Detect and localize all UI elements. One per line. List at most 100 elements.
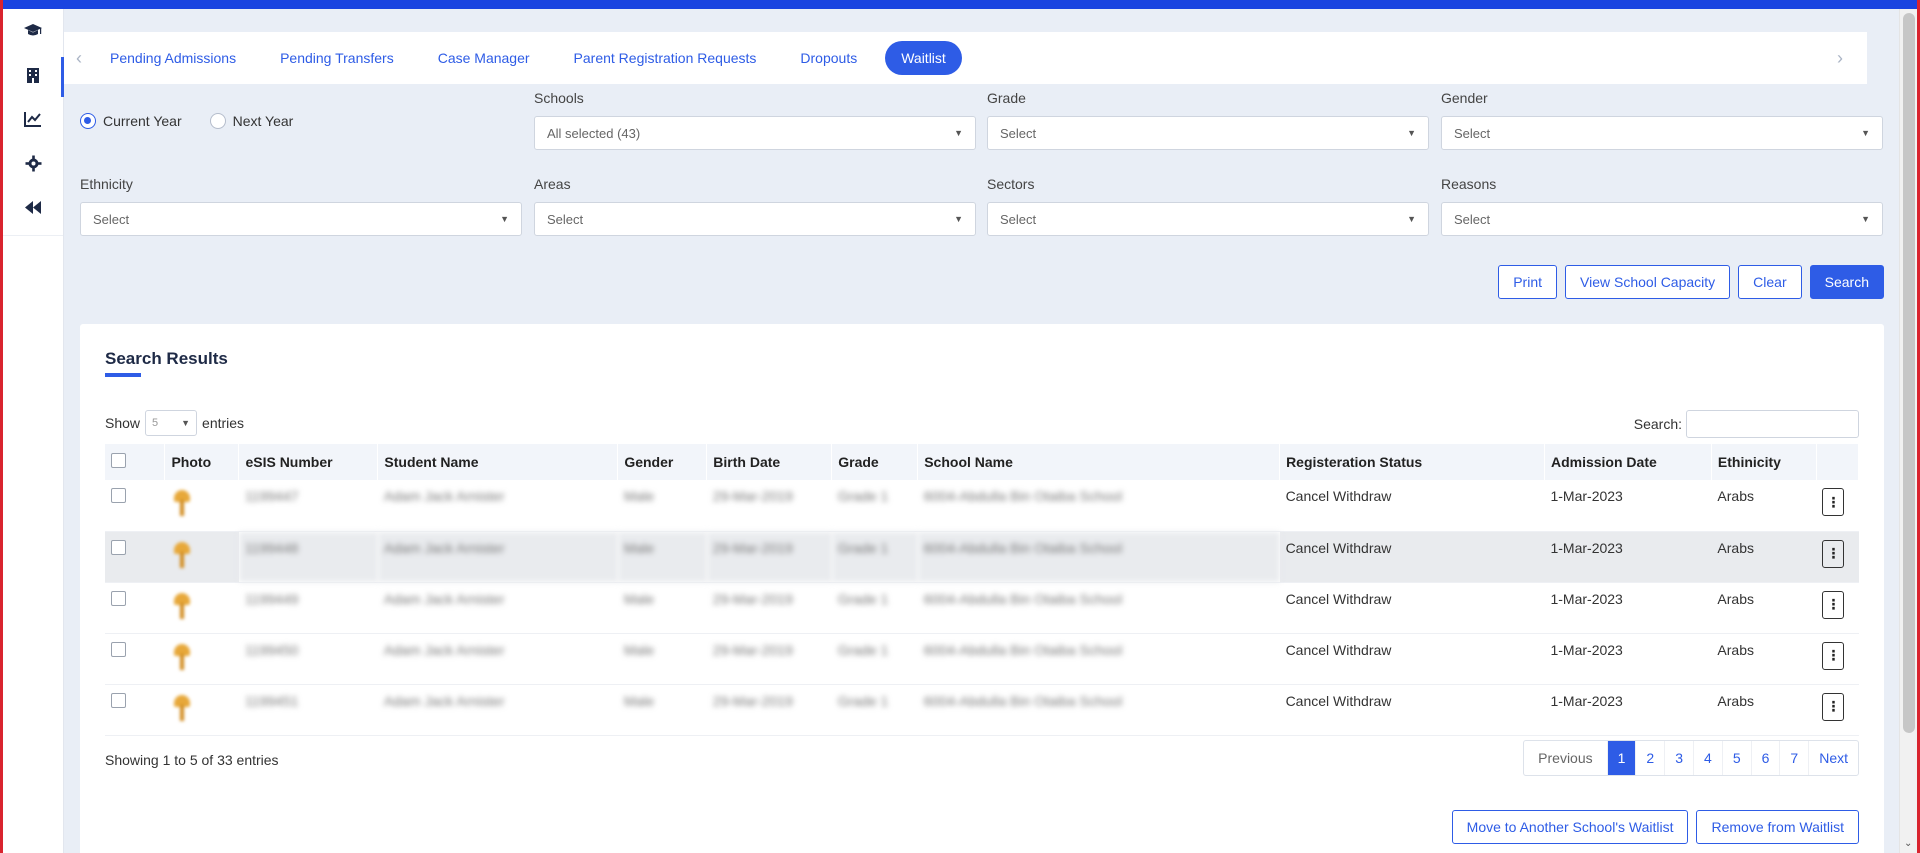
grade-select[interactable]: Select ▼ bbox=[987, 116, 1429, 150]
view-school-capacity-button[interactable]: View School Capacity bbox=[1565, 265, 1731, 299]
row-actions-cell: ⋮ bbox=[1816, 582, 1859, 634]
column-header[interactable]: Gender bbox=[617, 444, 708, 480]
search-button[interactable]: Search bbox=[1809, 265, 1884, 299]
reasons-select[interactable]: Select ▼ bbox=[1441, 202, 1883, 236]
entries-label: entries bbox=[202, 415, 245, 431]
kebab-menu-icon: ⋮ bbox=[1826, 698, 1841, 714]
page-scrollbar[interactable]: ⌄ bbox=[1899, 9, 1917, 853]
row-menu-button[interactable]: ⋮ bbox=[1822, 539, 1845, 568]
admission-date-cell: 1-Mar-2023 bbox=[1544, 633, 1712, 685]
row-actions-cell: ⋮ bbox=[1816, 531, 1859, 583]
select-all-checkbox[interactable] bbox=[111, 453, 126, 468]
column-header[interactable]: eSIS Number bbox=[238, 444, 379, 480]
page-button[interactable]: 4 bbox=[1694, 741, 1723, 775]
reasons-value: Select bbox=[1454, 211, 1491, 227]
sidebar-item-students[interactable] bbox=[3, 9, 63, 53]
row-checkbox[interactable] bbox=[111, 539, 126, 555]
sidebar-item-schools[interactable] bbox=[3, 53, 64, 97]
kebab-menu-icon: ⋮ bbox=[1826, 647, 1841, 663]
row-menu-button[interactable]: ⋮ bbox=[1822, 590, 1845, 619]
esis-number-cell: 1199447 bbox=[238, 480, 378, 532]
gender-cell: Male bbox=[617, 684, 707, 736]
radio-unchecked-icon bbox=[209, 113, 226, 129]
page-size-select[interactable]: 5 ▼ bbox=[145, 410, 198, 436]
birth-date-cell: 29-Mar-2019 bbox=[706, 582, 832, 634]
table-row[interactable]: 1199448 Adam Jack Arnister Male 29-Mar-2019… bbox=[105, 531, 1859, 583]
column-header[interactable]: School Name bbox=[917, 444, 1281, 480]
column-header[interactable]: Birth Date bbox=[706, 444, 833, 480]
row-menu-button[interactable]: ⋮ bbox=[1822, 488, 1845, 516]
row-checkbox[interactable] bbox=[111, 641, 126, 657]
page-button[interactable]: 3 bbox=[1665, 741, 1695, 775]
birth-date-cell: 29-Mar-2019 bbox=[706, 633, 832, 685]
search-label: Search: bbox=[1633, 416, 1682, 432]
row-checkbox[interactable] bbox=[111, 488, 126, 503]
scrollbar-thumb[interactable] bbox=[1903, 13, 1915, 733]
gender-select[interactable]: Select ▼ bbox=[1441, 116, 1883, 150]
tabs-scroll-right-icon[interactable]: › bbox=[1825, 48, 1855, 69]
row-select-cell bbox=[105, 531, 165, 583]
chart-line-icon bbox=[24, 112, 41, 127]
page-button[interactable]: 5 bbox=[1723, 741, 1752, 775]
caret-down-icon: ▼ bbox=[954, 214, 963, 224]
tab-case-manager[interactable]: Case Manager bbox=[422, 41, 546, 75]
sectors-select[interactable]: Select ▼ bbox=[987, 202, 1429, 236]
current-year-radio[interactable]: Current Year bbox=[80, 113, 182, 129]
row-checkbox[interactable] bbox=[111, 692, 126, 708]
graduation-cap-icon bbox=[24, 24, 42, 36]
previous-page-button[interactable]: Previous bbox=[1524, 741, 1608, 775]
print-button[interactable]: Print bbox=[1498, 265, 1558, 299]
row-checkbox[interactable] bbox=[111, 590, 126, 606]
next-page-button[interactable]: Next bbox=[1809, 741, 1858, 775]
grade-cell: Grade 1 bbox=[831, 582, 918, 634]
grade-cell: Grade 1 bbox=[831, 480, 918, 532]
kebab-menu-icon: ⋮ bbox=[1826, 493, 1841, 510]
table-row[interactable]: 1199449 Adam Jack Arnister Male 29-Mar-2019… bbox=[105, 582, 1859, 634]
clear-button[interactable]: Clear bbox=[1738, 265, 1802, 299]
column-header[interactable]: Ethinicity bbox=[1711, 444, 1817, 480]
next-year-radio[interactable]: Next Year bbox=[209, 113, 293, 129]
top-bar bbox=[3, 0, 1917, 9]
row-menu-button[interactable]: ⋮ bbox=[1822, 692, 1845, 721]
page-button[interactable]: 2 bbox=[1636, 741, 1666, 775]
building-icon bbox=[27, 67, 39, 83]
search-input[interactable] bbox=[1686, 410, 1859, 438]
move-to-another-waitlist-button[interactable]: Move to Another School's Waitlist bbox=[1451, 810, 1689, 844]
tab-waitlist[interactable]: Waitlist bbox=[885, 41, 962, 75]
tabs-scroll-left-icon[interactable]: ‹ bbox=[64, 48, 94, 69]
column-header[interactable]: Admission Date bbox=[1544, 444, 1712, 480]
schools-select[interactable]: All selected (43) ▼ bbox=[534, 116, 976, 150]
actions-header bbox=[1816, 444, 1860, 480]
tab-pending-transfers[interactable]: Pending Transfers bbox=[264, 41, 410, 75]
areas-select[interactable]: Select ▼ bbox=[534, 202, 976, 236]
registration-status-cell: Cancel Withdraw bbox=[1279, 531, 1545, 583]
page-button[interactable]: 7 bbox=[1780, 741, 1810, 775]
sidebar-item-settings[interactable] bbox=[3, 141, 63, 185]
sidebar-item-reports[interactable] bbox=[3, 97, 63, 141]
tab-dropouts[interactable]: Dropouts bbox=[784, 41, 873, 75]
table-row[interactable]: 1199451 Adam Jack Arnister Male 29-Mar-2019… bbox=[105, 684, 1859, 736]
gender-label: Gender bbox=[1441, 90, 1488, 106]
table-row[interactable]: 1199447 Adam Jack Arnister Male 29-Mar-2019… bbox=[105, 480, 1859, 532]
column-header[interactable]: Registeration Status bbox=[1279, 444, 1545, 480]
tab-parent-registration-requests[interactable]: Parent Registration Requests bbox=[558, 41, 773, 75]
sidebar-item-collapse[interactable] bbox=[3, 185, 63, 229]
page-button[interactable]: 1 bbox=[1607, 741, 1637, 775]
caret-down-icon: ▼ bbox=[1407, 128, 1416, 138]
grade-cell: Grade 1 bbox=[831, 531, 918, 583]
ethnicity-select[interactable]: Select ▼ bbox=[80, 202, 522, 236]
scroll-down-icon[interactable]: ⌄ bbox=[1904, 838, 1912, 849]
remove-from-waitlist-button[interactable]: Remove from Waitlist bbox=[1696, 810, 1859, 844]
caret-down-icon: ▼ bbox=[954, 128, 963, 138]
page-button[interactable]: 6 bbox=[1752, 741, 1781, 775]
table-row[interactable]: 1199450 Adam Jack Arnister Male 29-Mar-2019… bbox=[105, 633, 1859, 685]
student-photo-icon bbox=[171, 591, 193, 621]
column-header[interactable]: Student Name bbox=[377, 444, 619, 480]
row-menu-button[interactable]: ⋮ bbox=[1822, 641, 1845, 670]
grade-cell: Grade 1 bbox=[831, 684, 918, 736]
column-header[interactable]: Grade bbox=[831, 444, 919, 480]
birth-date-cell: 29-Mar-2019 bbox=[706, 531, 832, 583]
tab-pending-admissions[interactable]: Pending Admissions bbox=[94, 41, 252, 75]
table-search: Search: bbox=[1634, 410, 1859, 438]
column-header[interactable]: Photo bbox=[164, 444, 240, 480]
